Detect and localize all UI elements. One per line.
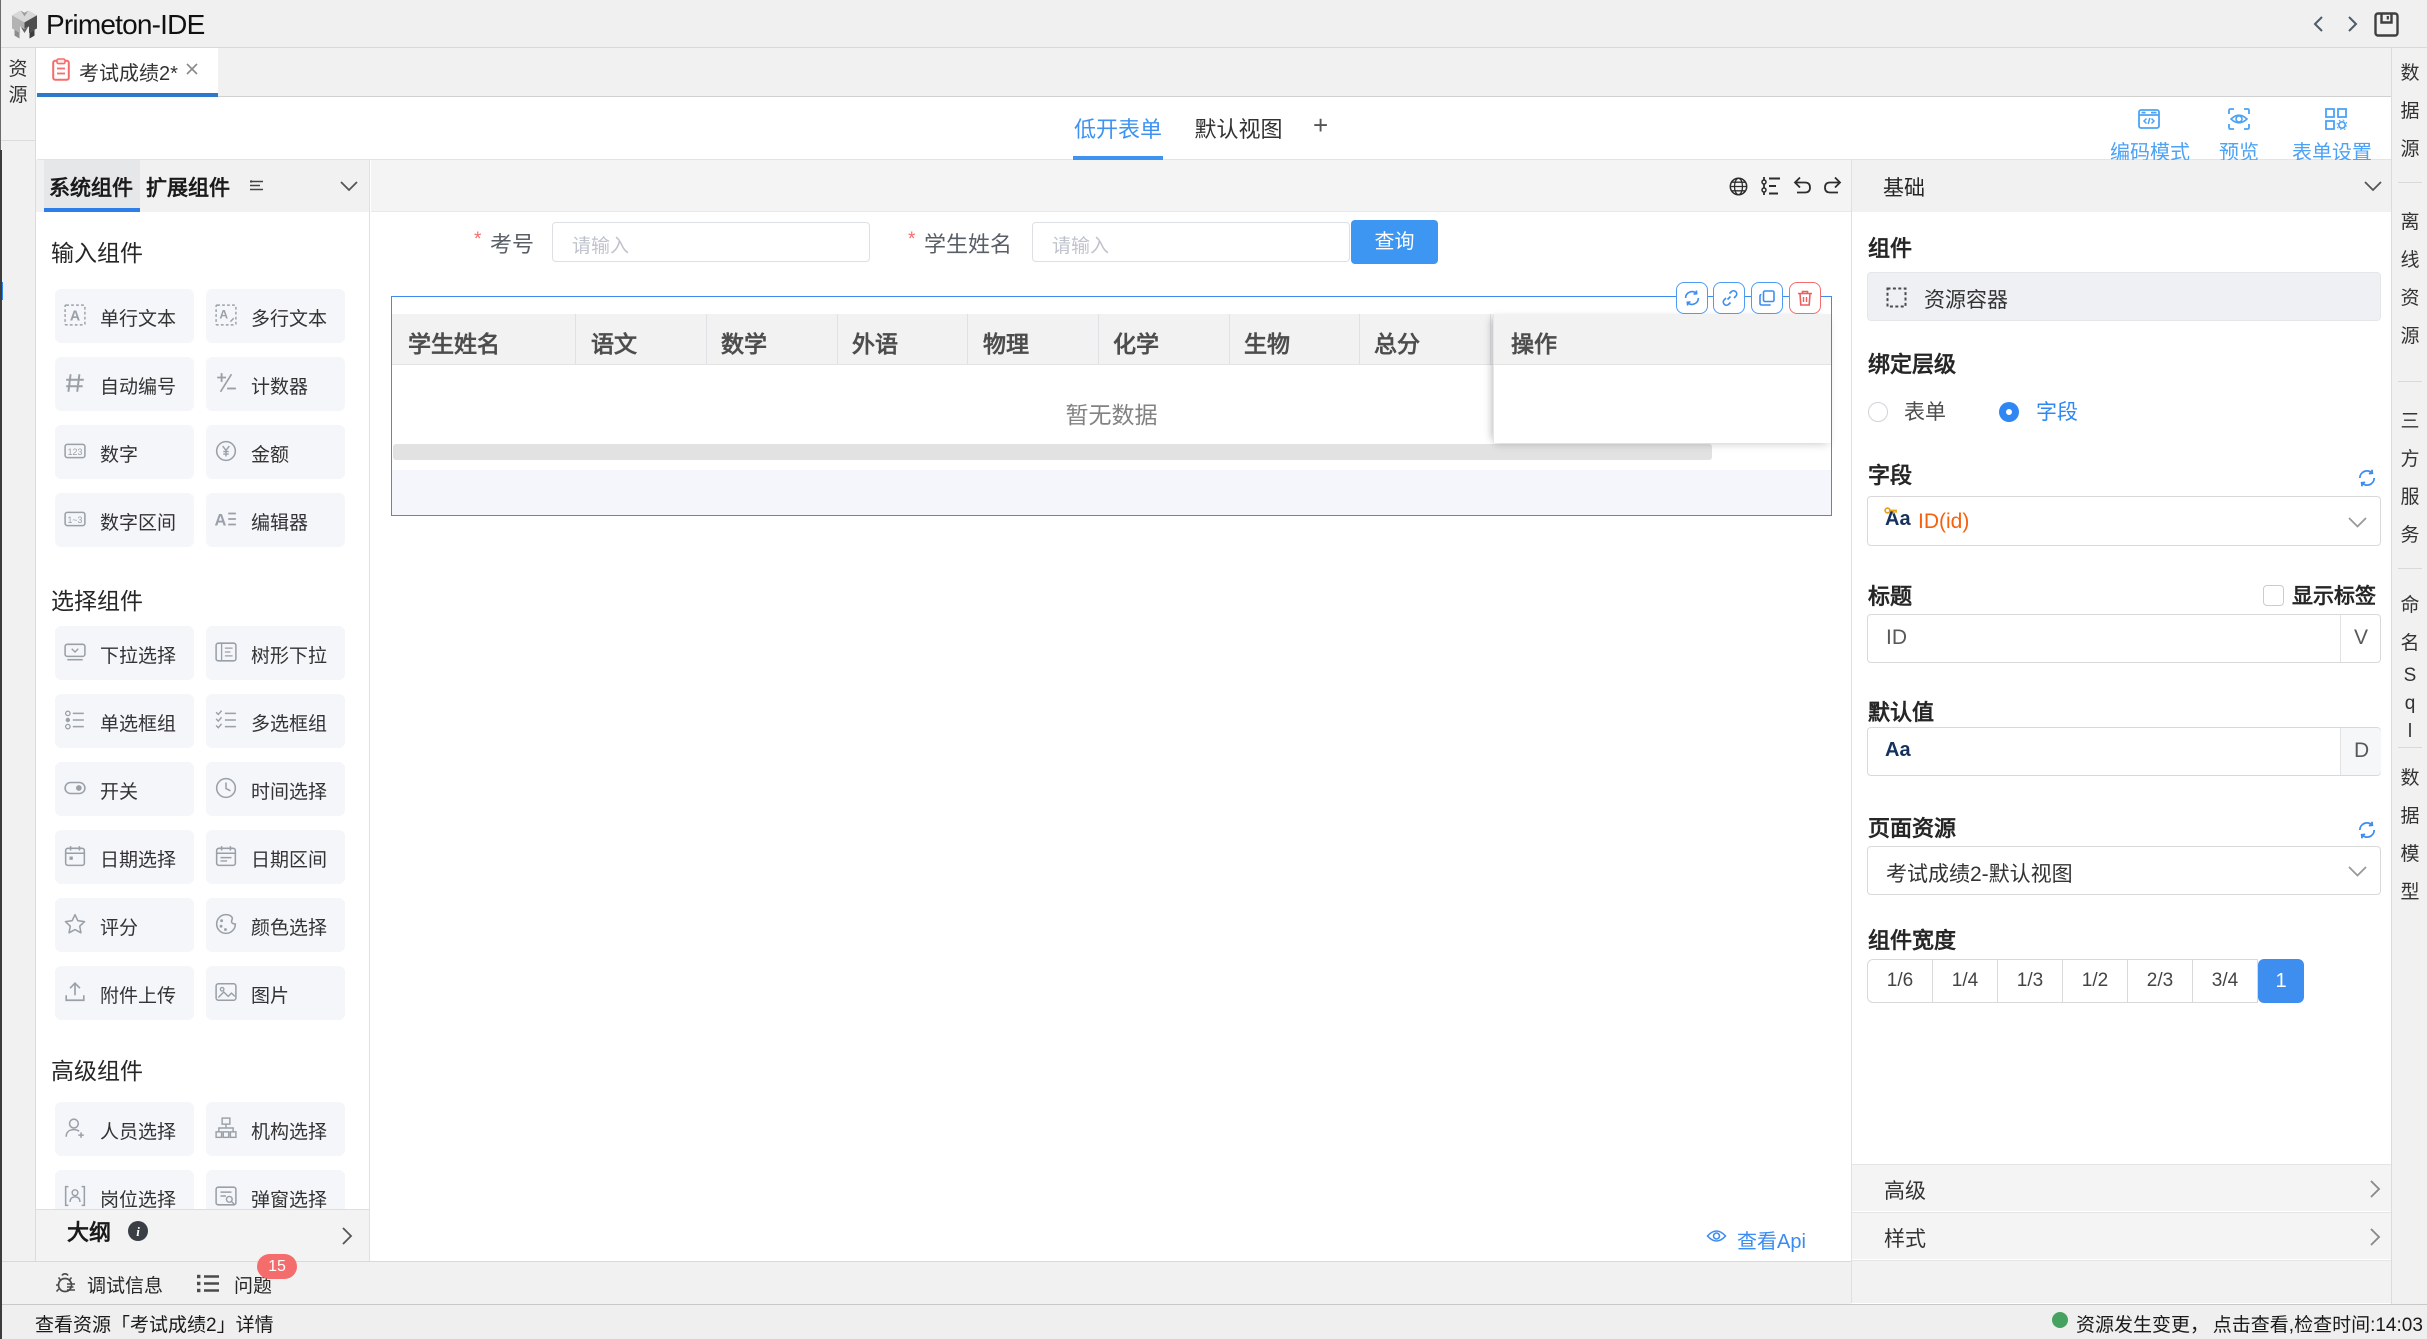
svg-text:A: A — [70, 309, 80, 325]
svg-text:A: A — [219, 307, 228, 321]
svg-text:i: i — [136, 1224, 140, 1239]
svg-text:A: A — [215, 512, 227, 530]
svg-text:123: 123 — [68, 447, 83, 457]
svg-text:1~3: 1~3 — [68, 515, 83, 525]
